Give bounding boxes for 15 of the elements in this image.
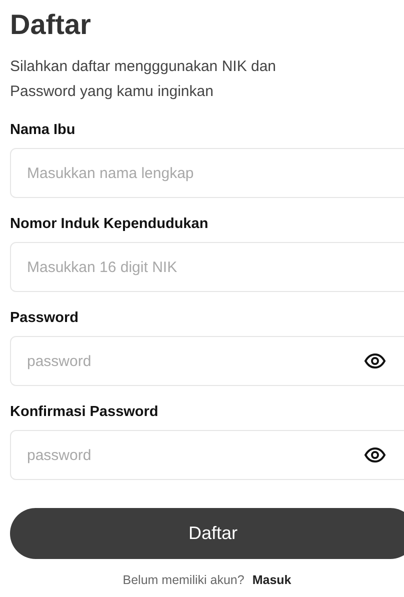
page-title: Daftar: [10, 8, 92, 42]
login-link[interactable]: Masuk: [252, 573, 292, 587]
eye-icon[interactable]: [364, 447, 386, 463]
input-field[interactable]: Masukkan 16 digit NIK: [10, 242, 404, 292]
submit-button[interactable]: Daftar: [10, 508, 404, 559]
password-field[interactable]: password: [10, 336, 404, 386]
field-label: Nama Ibu: [10, 122, 76, 138]
field-label: Password: [10, 310, 80, 326]
field-label: Konfirmasi Password: [10, 404, 160, 420]
input-field[interactable]: Masukkan nama lengkap: [10, 148, 404, 198]
password-field[interactable]: password: [10, 430, 404, 480]
field-label: Nomor Induk Kependudukan: [10, 216, 210, 232]
footer-prompt: Belum memiliki akun?: [122, 573, 244, 587]
page-subtitle: Silahkan daftar mengggunakan NIK dan Password yang kamu inginkan: [10, 57, 278, 102]
eye-icon[interactable]: [364, 353, 386, 369]
